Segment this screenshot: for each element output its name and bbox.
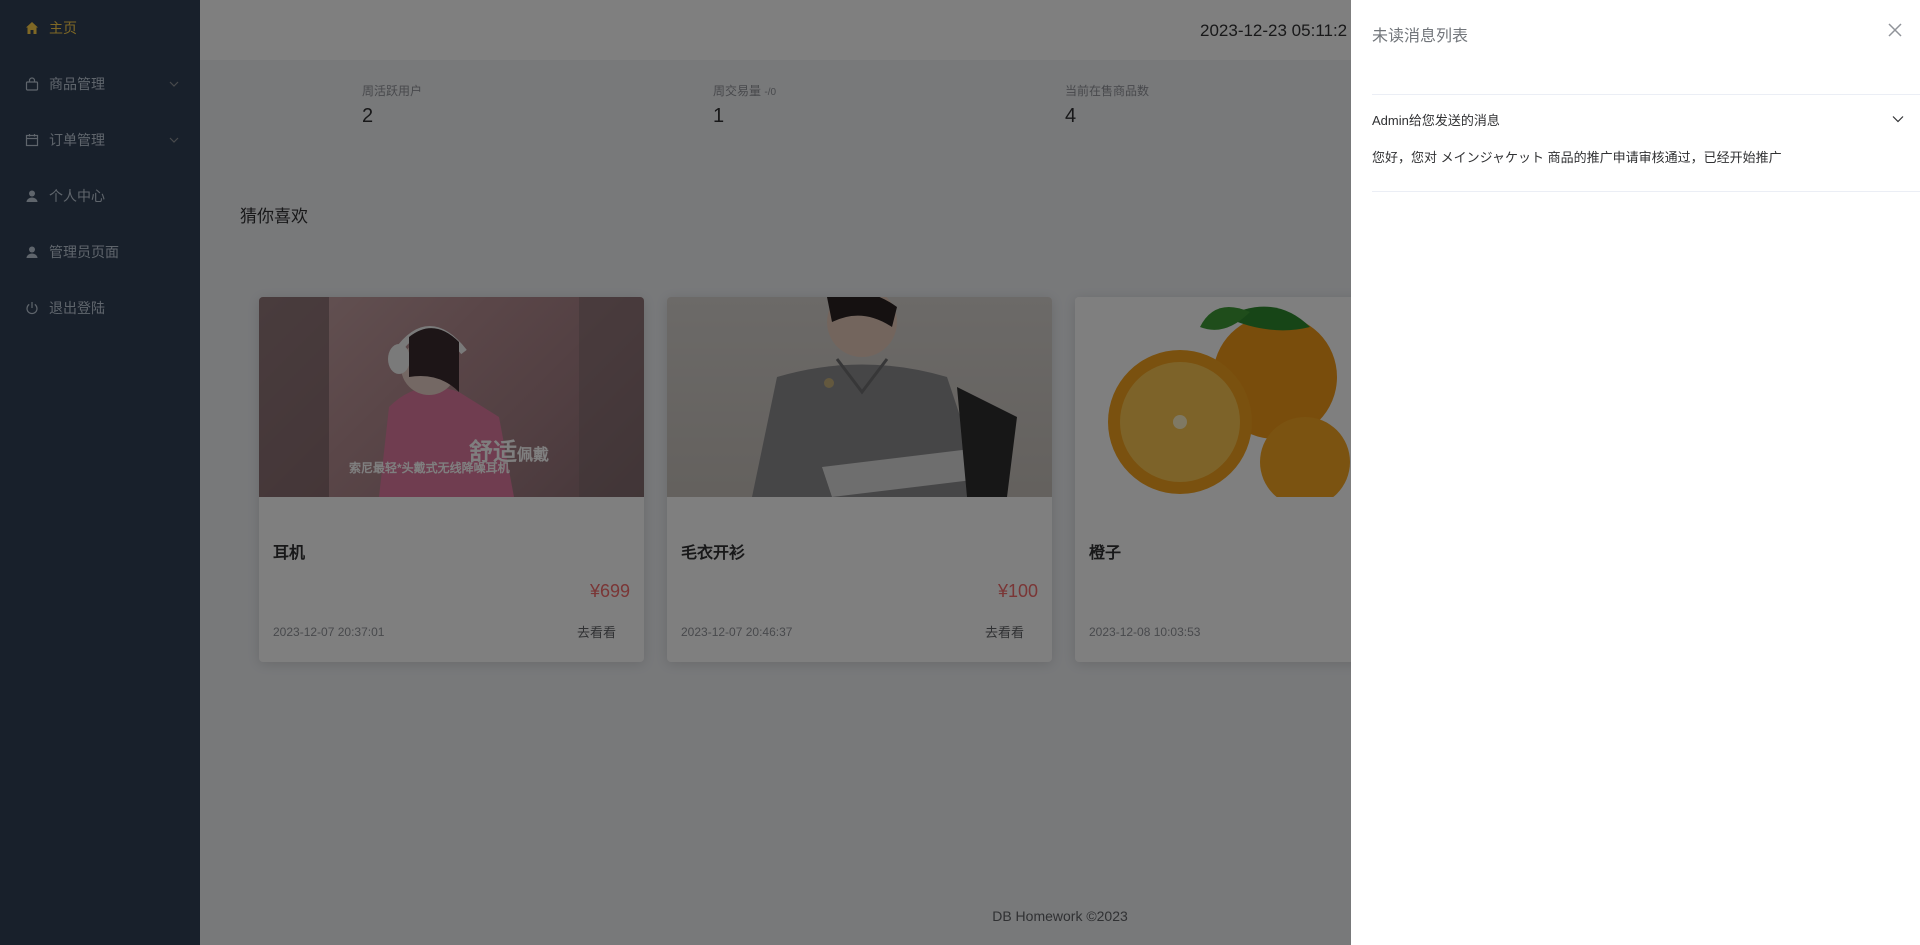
close-icon[interactable]	[1885, 20, 1905, 40]
drawer-title: 未读消息列表	[1372, 28, 1469, 45]
divider	[1372, 191, 1920, 192]
unread-messages-drawer: 未读消息列表 Admin给您发送的消息 您好，您对 メインジャケット 商品的推广…	[1351, 0, 1920, 945]
chevron-down-icon	[1892, 116, 1904, 123]
message-header: Admin给您发送的消息	[1372, 112, 1500, 128]
message-collapse-header[interactable]: Admin给您发送的消息	[1372, 95, 1920, 143]
message-body: 您好，您对 メインジャケット 商品的推广申请审核通过，已经开始推广	[1372, 150, 1782, 165]
